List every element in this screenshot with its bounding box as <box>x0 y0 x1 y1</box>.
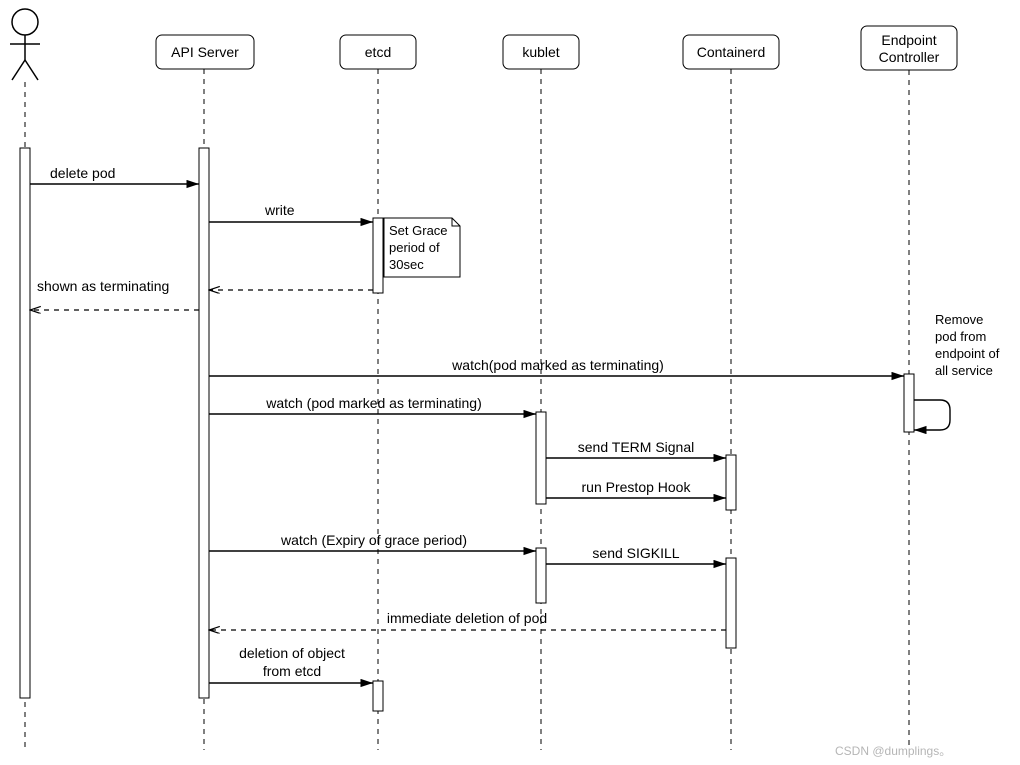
label-api: API Server <box>171 44 239 60</box>
svg-text:30sec: 30sec <box>389 257 424 272</box>
participant-box: kublet <box>503 35 579 69</box>
msg-immediate: immediate deletion of pod <box>387 610 547 626</box>
svg-text:endpoint of: endpoint of <box>935 346 1000 361</box>
activation-kublet-1 <box>536 412 546 504</box>
activation-etcd-1 <box>373 218 383 293</box>
activation-etcd-2 <box>373 681 383 711</box>
msg-prestop: run Prestop Hook <box>582 479 692 495</box>
label-endpoint-l2: Controller <box>879 49 940 65</box>
msg-term-signal: send TERM Signal <box>578 439 694 455</box>
msg-sigkill: send SIGKILL <box>592 545 679 561</box>
sequence-diagram: API Server etcd kublet Containerd Endpoi… <box>0 0 1020 765</box>
label-etcd: etcd <box>365 44 391 60</box>
participant-box: etcd <box>340 35 416 69</box>
msg-watch-ep: watch(pod marked as terminating) <box>451 357 664 373</box>
label-containerd: Containerd <box>697 44 766 60</box>
label-kublet: kublet <box>522 44 559 60</box>
activation-endpoint <box>904 374 914 432</box>
activation-containerd-2 <box>726 558 736 648</box>
participant-box: API Server <box>156 35 254 69</box>
svg-text:Set Grace: Set Grace <box>389 223 448 238</box>
actor-user <box>10 9 40 80</box>
activation-kublet-2 <box>536 548 546 603</box>
msg-watch-kublet: watch (pod marked as terminating) <box>265 395 482 411</box>
msg-watch-expiry: watch (Expiry of grace period) <box>280 532 467 548</box>
msg-del-etcd-l2: from etcd <box>263 663 321 679</box>
watermark: CSDN @dumplings。 <box>835 742 951 759</box>
activation-containerd-1 <box>726 455 736 510</box>
self-loop <box>914 400 950 430</box>
note-remove-pod: Remove pod from endpoint of all service <box>935 312 1000 378</box>
participant-box: Endpoint Controller <box>861 26 957 70</box>
msg-delete-pod: delete pod <box>50 165 115 181</box>
participant-box: Containerd <box>683 35 779 69</box>
svg-text:Remove: Remove <box>935 312 983 327</box>
svg-text:all service: all service <box>935 363 993 378</box>
activation-user <box>20 148 30 698</box>
msg-terminating: shown as terminating <box>37 278 169 294</box>
svg-text:pod from: pod from <box>935 329 986 344</box>
activation-api <box>199 148 209 698</box>
note-grace-period: Set Grace period of 30sec <box>384 218 460 277</box>
label-endpoint-l1: Endpoint <box>881 32 936 48</box>
msg-del-etcd-l1: deletion of object <box>239 645 345 661</box>
svg-text:period of: period of <box>389 240 440 255</box>
msg-write: write <box>264 202 295 218</box>
